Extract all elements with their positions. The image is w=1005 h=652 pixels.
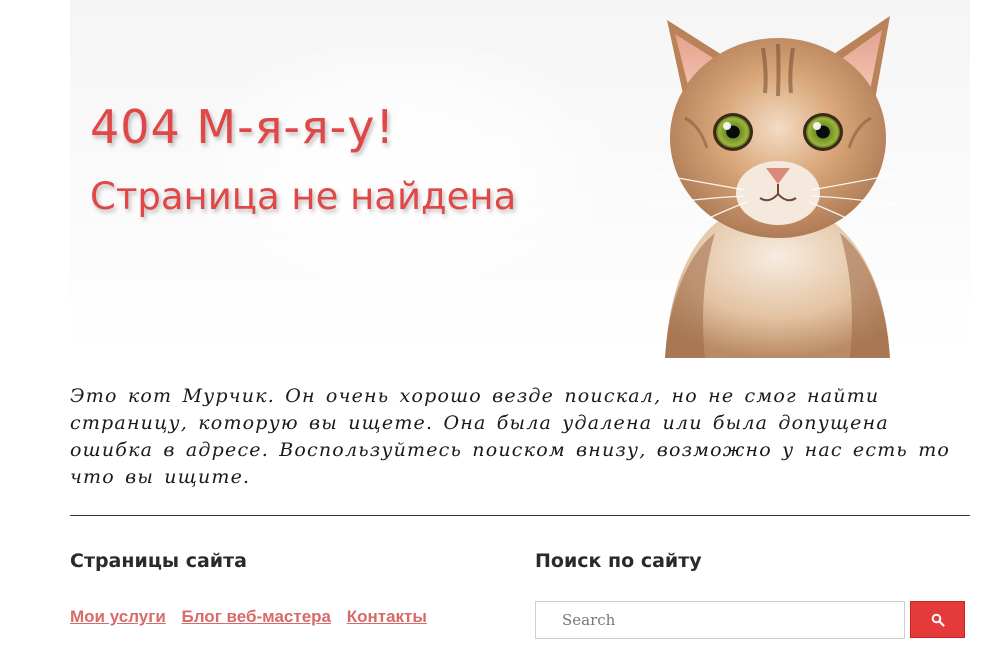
search-icon: [931, 613, 945, 627]
link-webmaster-blog[interactable]: Блог веб-мастера: [182, 607, 331, 626]
error-subtitle: Страница не найдена: [90, 175, 517, 218]
site-pages-links: Мои услуги Блог веб-мастера Контакты: [70, 607, 438, 627]
search-input[interactable]: [535, 601, 905, 639]
error-title: 404 М-я-я-у!: [90, 100, 395, 154]
search-button[interactable]: [910, 601, 965, 638]
link-my-services[interactable]: Мои услуги: [70, 607, 166, 626]
site-search-heading: Поиск по сайту: [535, 550, 702, 572]
link-contacts[interactable]: Контакты: [347, 607, 427, 626]
cat-image: [645, 8, 905, 358]
page: 404 М-я-я-у! Страница не найдена Это кот…: [0, 0, 1005, 652]
site-pages-heading: Страницы сайта: [70, 550, 247, 572]
divider: [70, 515, 970, 516]
hero-glow: [190, 40, 610, 300]
description-text: Это кот Мурчик. Он очень хорошо везде по…: [70, 385, 951, 488]
